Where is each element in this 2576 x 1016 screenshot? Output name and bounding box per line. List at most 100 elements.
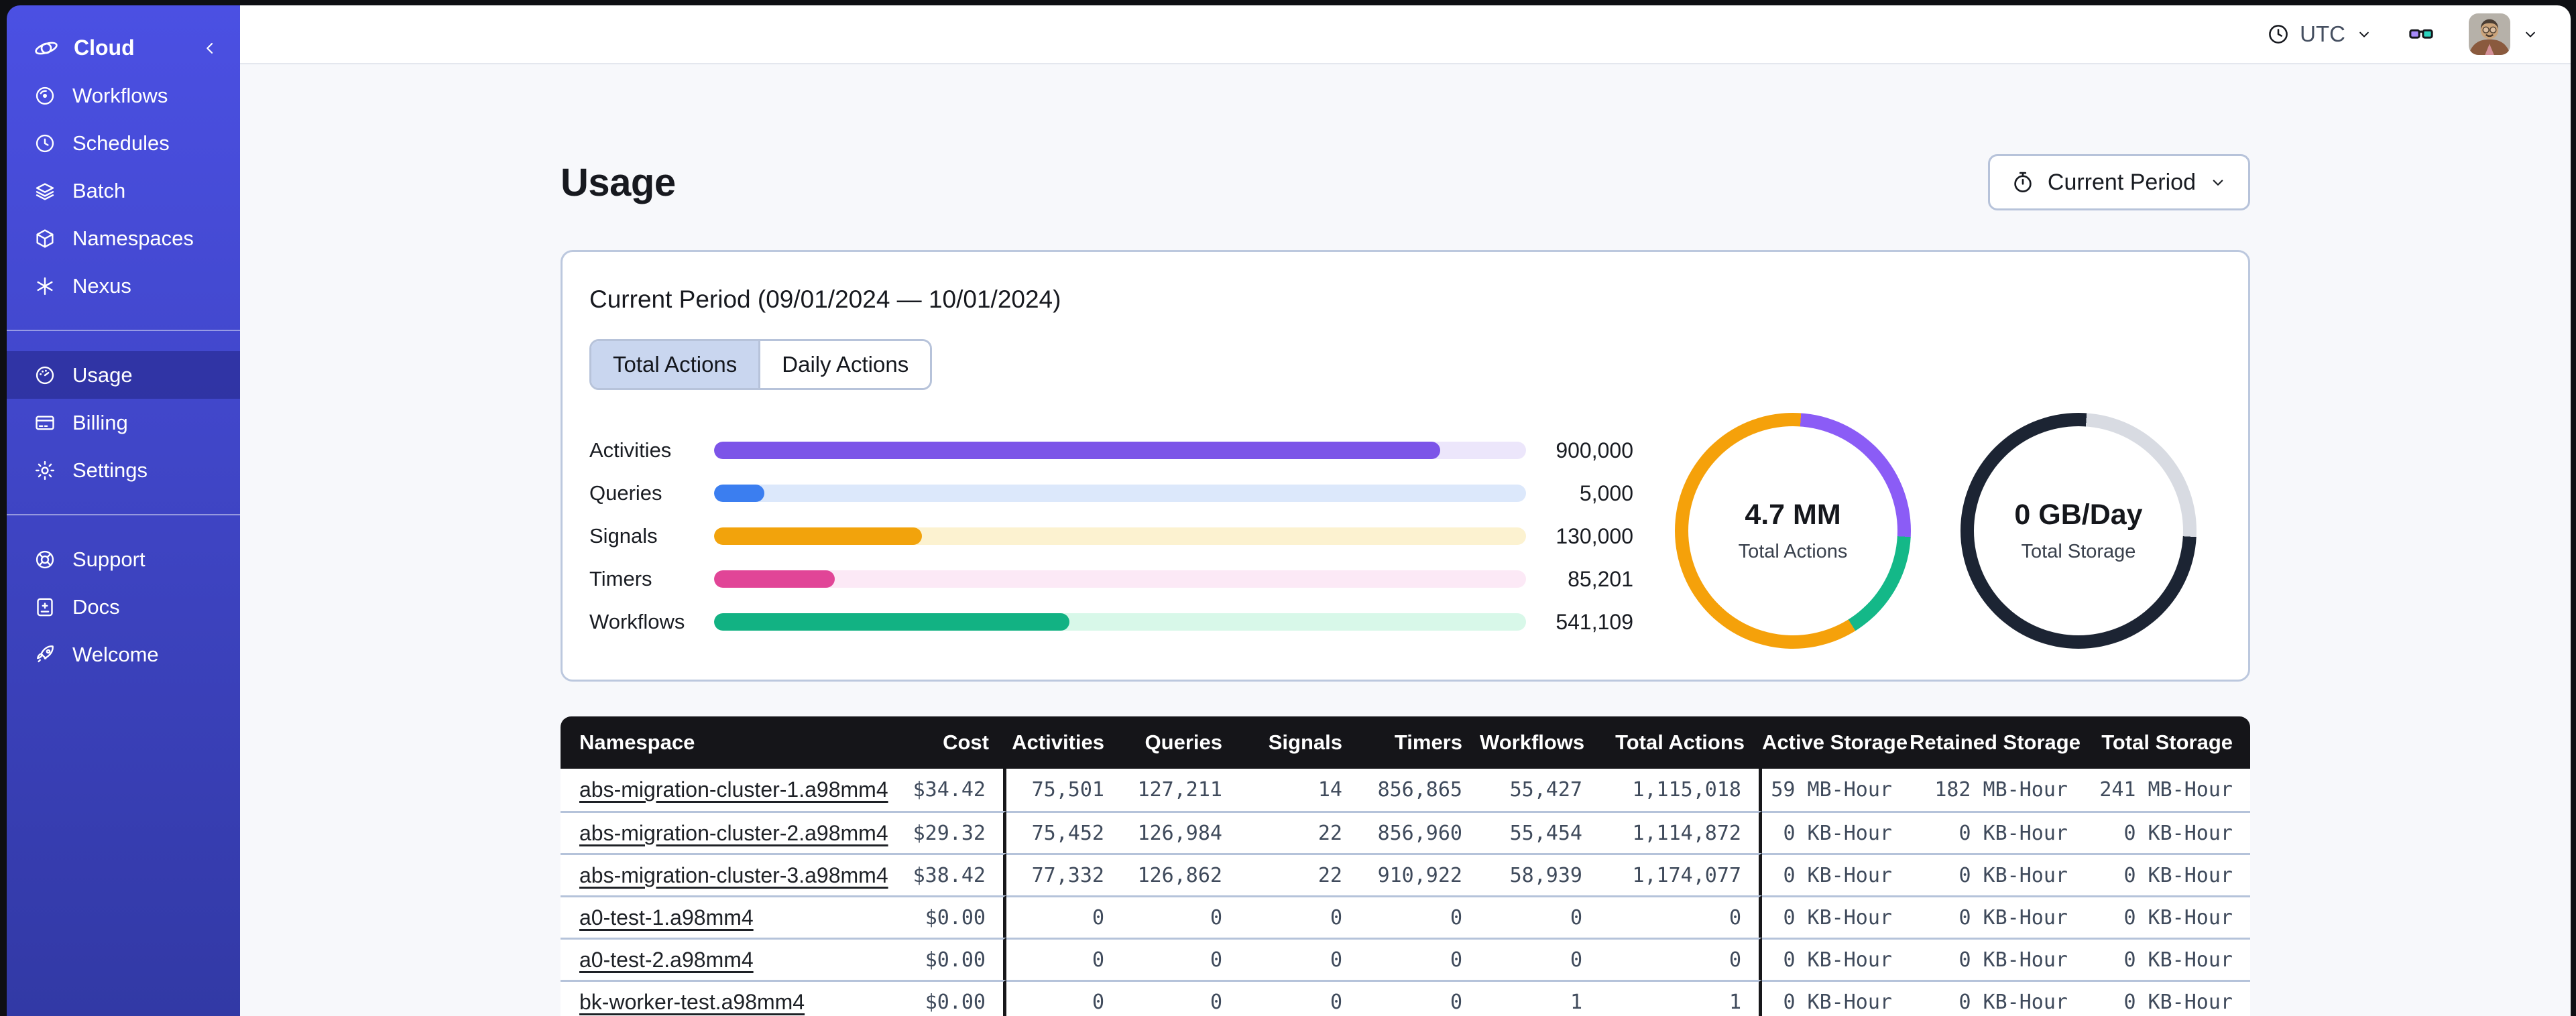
sidebar-item-usage[interactable]: Usage (7, 351, 240, 399)
cell-signals: 22 (1240, 811, 1360, 853)
tab-total-actions[interactable]: Total Actions (591, 341, 759, 388)
column-header-cost: Cost (882, 716, 1006, 769)
cell-activities: 0 (1006, 895, 1122, 938)
sidebar-item-label: Batch (72, 178, 126, 202)
cell-timers: 0 (1360, 895, 1480, 938)
cell-retained-storage: 0 KB-Hour (1910, 895, 2085, 938)
sidebar-item-billing[interactable]: Billing (7, 399, 240, 446)
cell-total-actions: 1,174,077 (1600, 853, 1762, 895)
period-dropdown-button[interactable]: Current Period (1987, 154, 2250, 210)
bar-track (714, 442, 1526, 459)
sidebar-item-settings[interactable]: Settings (7, 446, 240, 494)
tab-daily-actions[interactable]: Daily Actions (758, 341, 931, 388)
cell-cost: $0.00 (882, 938, 1006, 980)
sidebar-item-namespaces[interactable]: Namespaces (7, 214, 240, 262)
namespace-link[interactable]: abs-migration-cluster-1.a98mm4 (579, 777, 888, 802)
workflows-icon (34, 84, 56, 107)
sidebar-header-label: Cloud (74, 36, 135, 60)
actions-tab-group: Total Actions Daily Actions (589, 339, 933, 390)
cell-total-storage: 241 MB-Hour (2085, 769, 2250, 811)
cell-signals: 14 (1240, 769, 1360, 811)
cell-activities: 75,501 (1006, 769, 1122, 811)
column-header-signals: Signals (1240, 716, 1360, 769)
cell-active-storage: 0 KB-Hour (1762, 853, 1910, 895)
sidebar-item-support[interactable]: Support (7, 535, 240, 583)
column-header-total-storage: Total Storage (2085, 716, 2250, 769)
table-row: a0-test-2.a98mm4 $0.00 0 0 0 0 0 0 0 KB-Hour 0 KB… (561, 938, 2250, 980)
namespace-link[interactable]: abs-migration-cluster-2.a98mm4 (579, 821, 888, 845)
cell-total-actions: 1,115,018 (1600, 769, 1762, 811)
cell-activities: 75,452 (1006, 811, 1122, 853)
sidebar-divider (7, 514, 240, 515)
dev-mode-glasses-icon[interactable] (2404, 21, 2438, 47)
actions-bar-chart: Activities 900,000 Queries 5,000 Signals 130,… (589, 429, 1633, 643)
settings-icon (34, 459, 56, 482)
cell-total-actions: 1,114,872 (1600, 811, 1762, 853)
usage-summary-card: Current Period (09/01/2024 — 10/01/2024)… (561, 250, 2250, 682)
sidebar-item-batch[interactable]: Batch (7, 167, 240, 214)
namespace-link[interactable]: a0-test-2.a98mm4 (579, 948, 754, 972)
sidebar-collapse-icon[interactable] (200, 38, 220, 58)
column-header-workflows: Workflows (1480, 716, 1600, 769)
namespace-cell: a0-test-2.a98mm4 (561, 938, 882, 980)
sidebar-item-welcome[interactable]: Welcome (7, 631, 240, 678)
cell-timers: 0 (1360, 980, 1480, 1016)
cell-timers: 910,922 (1360, 853, 1480, 895)
main-region: UTC Usage Current Period Current Period … (240, 5, 2571, 1016)
cell-cost: $34.42 (882, 769, 1006, 811)
cell-active-storage: 59 MB-Hour (1762, 769, 1910, 811)
support-icon (34, 548, 56, 571)
cell-retained-storage: 0 KB-Hour (1910, 811, 2085, 853)
namespace-link[interactable]: abs-migration-cluster-3.a98mm4 (579, 863, 888, 887)
sidebar-item-schedules[interactable]: Schedules (7, 119, 240, 167)
cell-cost: $0.00 (882, 980, 1006, 1016)
sidebar-item-nexus[interactable]: Nexus (7, 262, 240, 310)
bar-value: 130,000 (1556, 523, 1633, 548)
namespace-usage-table: Namespace Cost Activities Queries Signals Tim… (561, 716, 2250, 1016)
cell-signals: 22 (1240, 853, 1360, 895)
cell-total-storage: 0 KB-Hour (2085, 811, 2250, 853)
schedules-icon (34, 132, 56, 155)
cell-queries: 127,211 (1122, 769, 1240, 811)
cell-total-storage: 0 KB-Hour (2085, 980, 2250, 1016)
cell-workflows: 0 (1480, 938, 1600, 980)
cell-cost: $38.42 (882, 853, 1006, 895)
sidebar-item-label: Billing (72, 410, 128, 434)
namespaces-icon (34, 227, 56, 250)
bar-track (714, 527, 1526, 545)
bar-row-workflows: Workflows 541,109 (589, 600, 1633, 643)
namespace-cell: abs-migration-cluster-2.a98mm4 (561, 811, 888, 853)
cell-total-actions: 0 (1600, 895, 1762, 938)
cell-active-storage: 0 KB-Hour (1762, 980, 1910, 1016)
cell-timers: 856,960 (1360, 811, 1480, 853)
sidebar-item-label: Namespaces (72, 226, 194, 250)
donut-center: 4.7 MM Total Actions (1675, 413, 1911, 649)
user-avatar[interactable] (2469, 13, 2510, 55)
donut-value: 4.7 MM (1745, 499, 1841, 531)
cell-signals: 0 (1240, 980, 1360, 1016)
app-window: Cloud Workflows Schedules Batch Namespaces N… (7, 5, 2571, 1016)
sidebar-item-label: Support (72, 547, 145, 571)
cell-timers: 0 (1360, 938, 1480, 980)
cell-signals: 0 (1240, 895, 1360, 938)
donut-center: 0 GB/Day Total Storage (1960, 413, 2197, 649)
bar-row-signals: Signals 130,000 (589, 515, 1633, 558)
sidebar: Cloud Workflows Schedules Batch Namespaces N… (7, 5, 240, 1016)
stopwatch-icon (2010, 170, 2036, 195)
bar-value: 541,109 (1556, 609, 1633, 634)
page-head: Usage Current Period (561, 154, 2250, 210)
temporal-cloud-logo-icon (34, 36, 59, 61)
namespace-link[interactable]: bk-worker-test.a98mm4 (579, 990, 805, 1014)
sidebar-item-docs[interactable]: Docs (7, 583, 240, 631)
batch-icon (34, 180, 56, 202)
cell-activities: 0 (1006, 980, 1122, 1016)
sidebar-item-workflows[interactable]: Workflows (7, 72, 240, 119)
namespace-link[interactable]: a0-test-1.a98mm4 (579, 905, 754, 930)
timezone-selector[interactable]: UTC (2266, 21, 2374, 47)
user-menu[interactable] (2469, 13, 2540, 55)
sidebar-header: Cloud (7, 24, 240, 72)
cell-queries: 126,862 (1122, 853, 1240, 895)
user-menu-chevron-down-icon (2521, 25, 2540, 44)
sidebar-item-label: Docs (72, 594, 120, 619)
cell-retained-storage: 0 KB-Hour (1910, 938, 2085, 980)
